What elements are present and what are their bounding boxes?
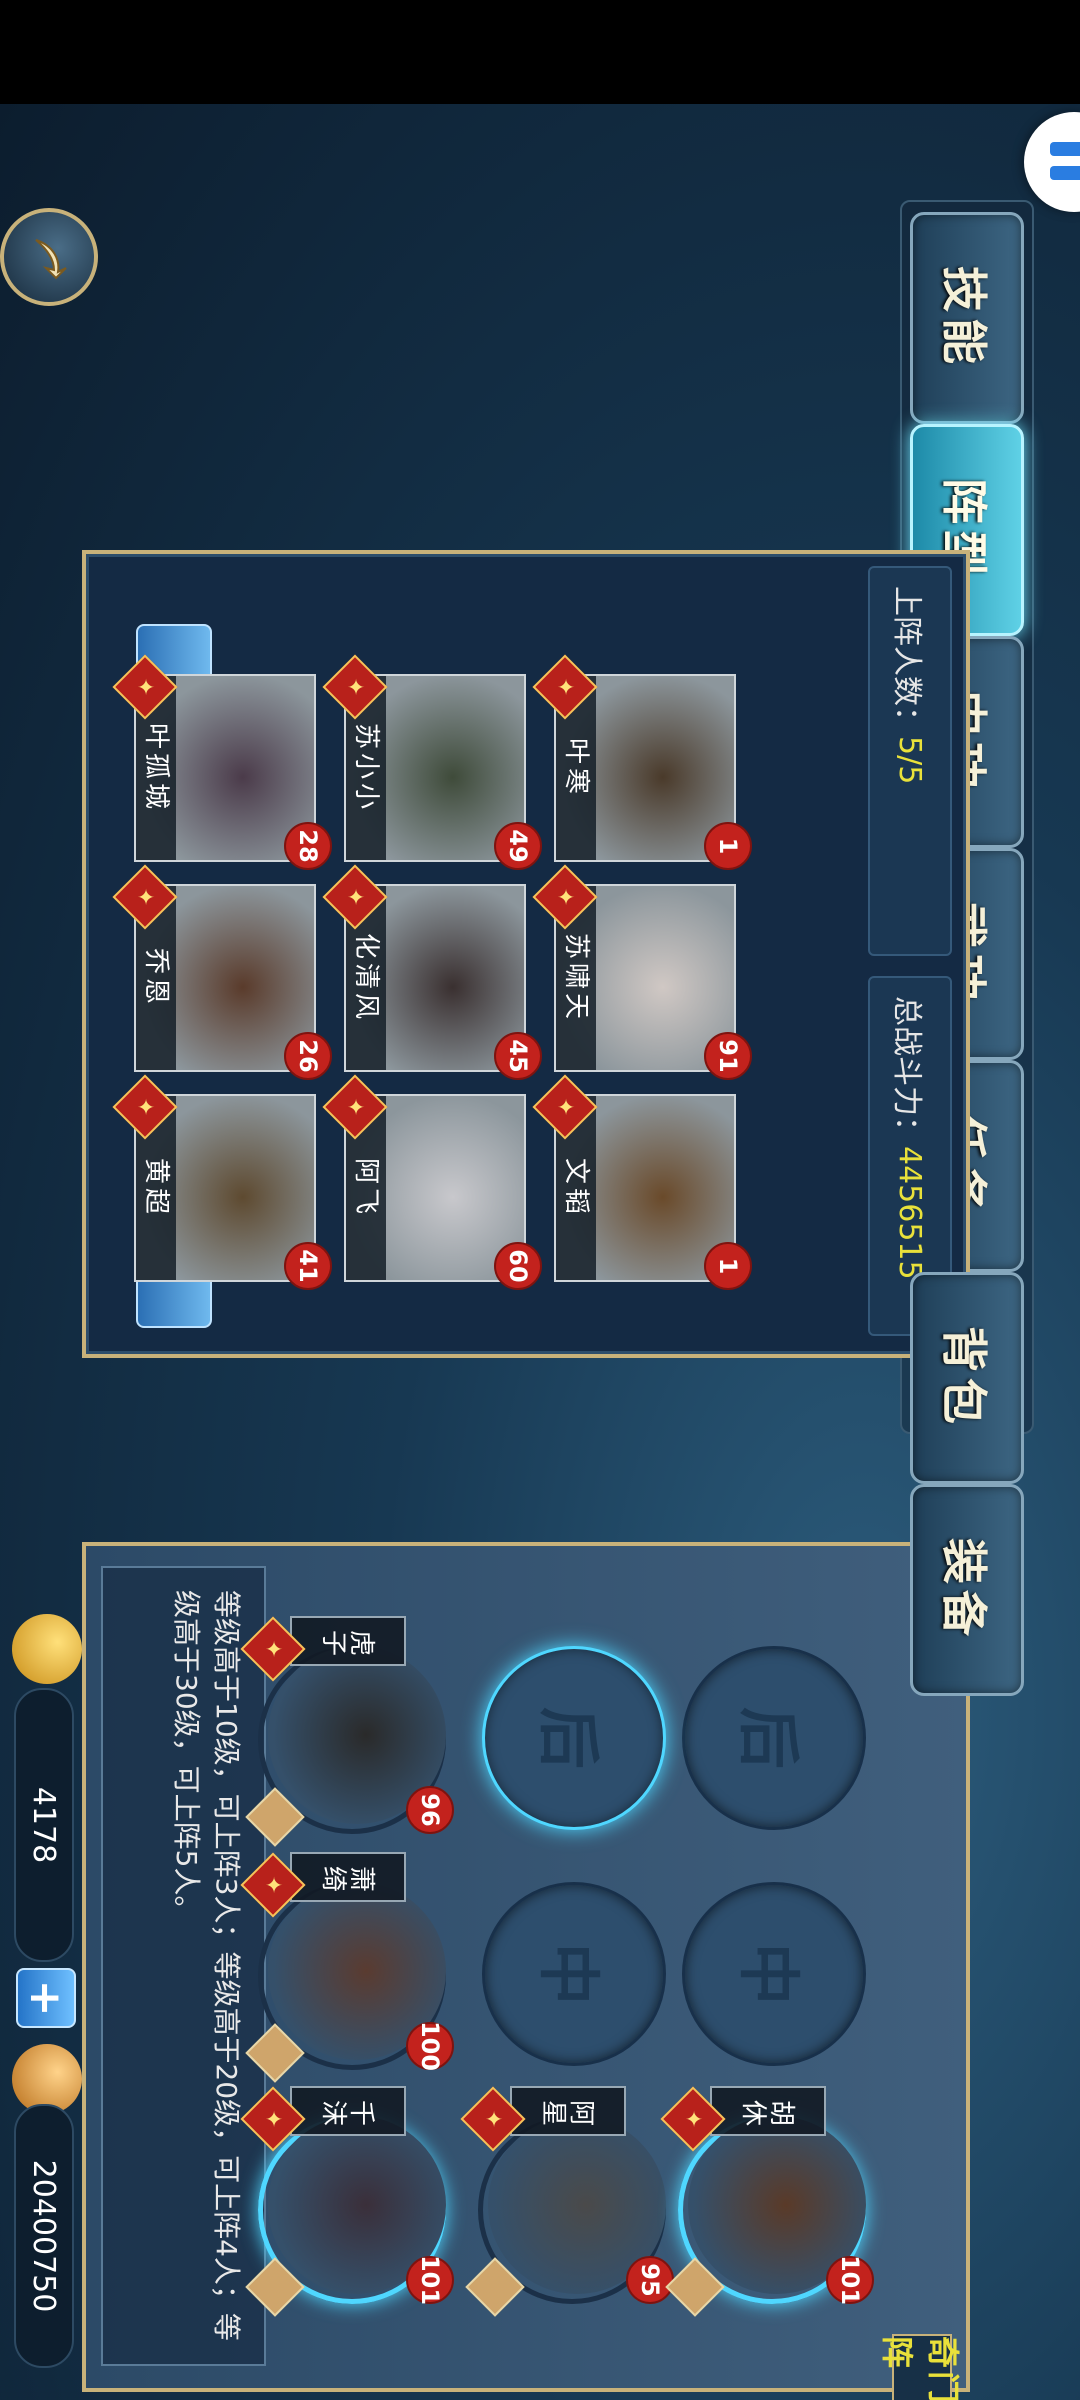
formation-hero-level-badge: 101 <box>406 2255 454 2305</box>
formation-hero-level-badge: 101 <box>826 2255 874 2305</box>
tab-skills[interactable]: 技能 <box>910 212 1024 424</box>
tab-equipment[interactable]: 装备 <box>910 1484 1024 1696</box>
floating-assistant-button[interactable] <box>1024 112 1080 212</box>
slot-label: 后 <box>532 1706 605 1769</box>
deploy-count-value: 5/5 <box>892 736 928 785</box>
formation-hero-level-badge: 96 <box>406 1786 454 1834</box>
hero-roster-panel: 上阵人数： 5/5 总战斗力： 4456515 上一页 下一页 叶孤城28✦乔恩… <box>82 550 970 1358</box>
formation-panel: 奇门五行阵 后 后 中 中 等级高于10级，可上阵3人；等级高于20级，可上阵4… <box>82 1542 970 2400</box>
add-gold-button[interactable]: + <box>16 1968 76 2028</box>
slot-label: 中 <box>732 1942 805 2005</box>
back-button[interactable] <box>0 208 98 306</box>
formation-hero-name: 千沫 <box>290 2086 406 2136</box>
formation-tips: 等级高于10级，可上阵3人；等级高于20级，可上阵4人；等级高于30级，可上阵5… <box>101 1566 266 2366</box>
formation-hero-level-badge: 95 <box>626 2256 674 2304</box>
formation-hero-name: 虎子 <box>290 1616 406 1666</box>
deploy-count-label: 上阵人数： <box>889 586 924 736</box>
tab-bag[interactable]: 背包 <box>910 1272 1024 1484</box>
hero-level-badge: 91 <box>704 1032 752 1080</box>
screen: 技能 阵型 内功 武功 任务 上阵人数： 5/5 总战斗力： 4456515 上… <box>0 0 1080 2400</box>
gold-ingot-icon <box>12 1614 82 1684</box>
slot-label: 中 <box>532 1942 605 2005</box>
total-power-label: 总战斗力： <box>889 996 924 1146</box>
deploy-count: 上阵人数： 5/5 <box>868 566 952 956</box>
slot-label: 后 <box>732 1706 805 1769</box>
hero-level-badge: 60 <box>494 1242 542 1290</box>
hero-level-badge: 49 <box>494 822 542 870</box>
formation-slot-mid-1[interactable]: 中 <box>682 1882 866 2066</box>
gold-amount: 4178 <box>14 1688 74 1962</box>
formation-hero-level-badge: 100 <box>406 2021 454 2071</box>
formation-title: 奇门五行阵 <box>878 2334 962 2400</box>
formation-hero-name: 胡休 <box>710 2086 826 2136</box>
return-arrow-icon <box>35 239 67 280</box>
hero-level-badge: 28 <box>284 822 332 870</box>
formation-slot-back-2[interactable]: 后 <box>482 1646 666 1830</box>
formation-hero-name: 萧绮 <box>290 1852 406 1902</box>
hero-level-badge: 45 <box>494 1032 542 1080</box>
coin-amount: 20400750 <box>14 2104 74 2368</box>
total-power-value: 4456515 <box>892 1146 928 1280</box>
currency-bar: 4178 + 20400750 <box>0 1604 90 2384</box>
hero-level-badge: 41 <box>284 1242 332 1290</box>
hero-level-badge: 26 <box>284 1032 332 1080</box>
formation-slot-mid-2[interactable]: 中 <box>482 1882 666 2066</box>
hero-level-badge: 1 <box>704 822 752 870</box>
hero-level-badge: 1 <box>704 1242 752 1290</box>
game-view: 技能 阵型 内功 武功 任务 上阵人数： 5/5 总战斗力： 4456515 上… <box>0 104 1080 2400</box>
formation-hero-name: 阿星 <box>510 2086 626 2136</box>
formation-slot-back-1[interactable]: 后 <box>682 1646 866 1830</box>
menu-icon <box>1050 142 1080 180</box>
